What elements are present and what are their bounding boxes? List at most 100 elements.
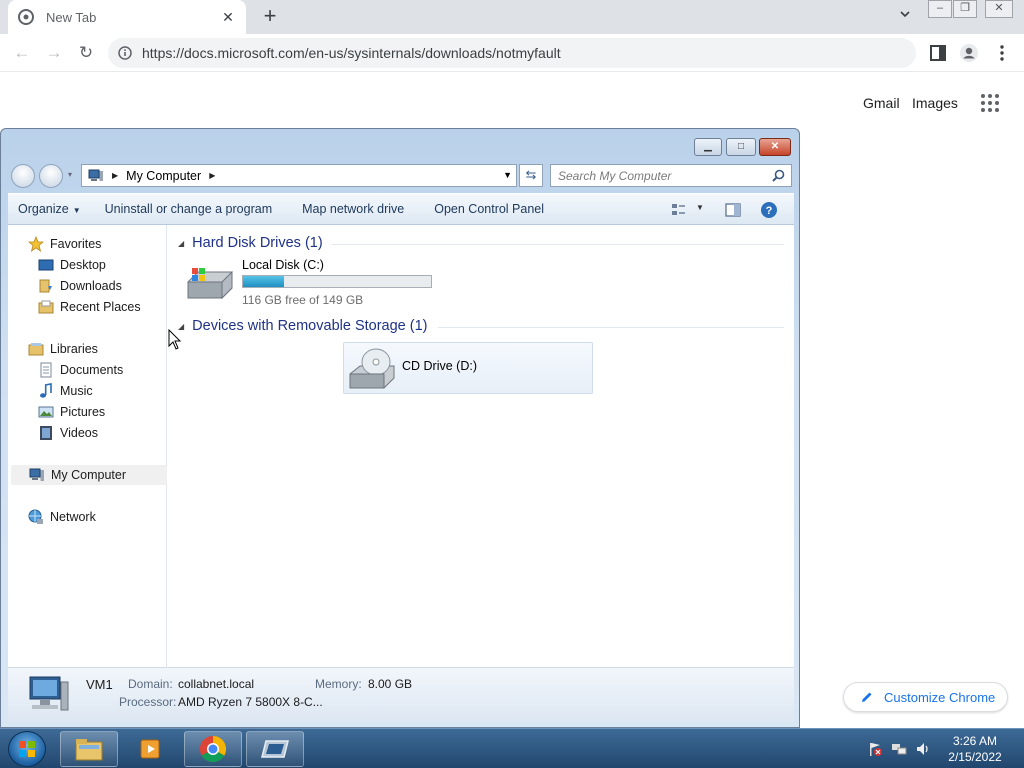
action-center-flag-icon[interactable] <box>867 741 883 757</box>
taskbar-app-button[interactable] <box>246 731 304 767</box>
computer-name: VM1 <box>86 677 113 692</box>
group-header-hard-disk-drives[interactable]: ◢ Hard Disk Drives (1) <box>178 235 784 251</box>
breadcrumb[interactable]: My Computer <box>126 169 201 183</box>
change-view-icon[interactable] <box>670 201 688 219</box>
tab-new-tab[interactable]: New Tab ✕ <box>8 0 246 34</box>
drive-c-space: 116 GB free of 149 GB <box>242 293 364 307</box>
search-icon[interactable] <box>772 169 785 182</box>
volume-icon[interactable] <box>915 741 931 757</box>
drive-c-name: Local Disk (C:) <box>242 258 324 272</box>
music-note-icon <box>40 383 52 398</box>
domain-value: collabnet.local <box>178 677 255 691</box>
new-tab-button[interactable]: + <box>258 5 282 29</box>
menu-kebab-icon[interactable] <box>992 43 1012 63</box>
nav-item-my-computer[interactable]: My Computer <box>11 465 167 485</box>
libraries-icon <box>28 343 44 356</box>
site-info-icon[interactable] <box>118 46 132 60</box>
cd-drive-icon <box>349 348 395 389</box>
svg-text:?: ? <box>766 205 773 217</box>
url-text: https://docs.microsoft.com/en-us/sysinte… <box>142 45 561 61</box>
drive-item-cd-drive-d[interactable]: CD Drive (D:) <box>343 342 593 394</box>
details-pane: VM1 Domain: collabnet.local Memory: 8.00… <box>8 668 794 722</box>
explorer-address-bar[interactable]: ▶ My Computer ▶ ▼ <box>81 164 517 187</box>
breadcrumb-chevron-icon[interactable]: ▶ <box>209 171 215 180</box>
explorer-close-button[interactable]: ✕ <box>759 138 791 156</box>
network-tray-icon[interactable] <box>891 741 907 757</box>
remote-desktop-icon <box>261 740 289 758</box>
tab-search-chevron-icon[interactable] <box>896 8 914 26</box>
downloads-folder-icon <box>39 279 52 293</box>
uninstall-program-button[interactable]: Uninstall or change a program <box>95 202 282 216</box>
nav-item-pictures[interactable]: Pictures <box>38 402 105 422</box>
forward-icon[interactable]: → <box>43 42 65 64</box>
gmail-link[interactable]: Gmail <box>863 95 900 111</box>
hard-disk-icon <box>187 268 233 300</box>
taskbar-media-player-button[interactable] <box>122 731 180 767</box>
search-placeholder: Search My Computer <box>558 168 672 183</box>
computer-icon <box>29 468 44 481</box>
clock-date: 2/15/2022 <box>948 750 1002 764</box>
nav-item-recent-places[interactable]: Recent Places <box>38 297 141 317</box>
network-globe-icon <box>28 509 43 524</box>
search-input[interactable]: Search My Computer <box>550 164 792 187</box>
refresh-icon[interactable]: ⇆ <box>519 164 543 187</box>
collapse-triangle-icon[interactable]: ◢ <box>178 239 184 248</box>
explorer-back-button[interactable] <box>11 164 35 188</box>
google-apps-icon[interactable] <box>980 93 1000 113</box>
group-header-removable-storage[interactable]: ◢ Devices with Removable Storage (1) <box>178 318 784 334</box>
memory-label: Memory: <box>315 677 362 691</box>
start-button[interactable] <box>8 731 46 767</box>
breadcrumb-separator-icon[interactable]: ▶ <box>112 171 118 180</box>
system-clock[interactable]: 3:26 AM 2/15/2022 <box>940 733 1010 765</box>
organize-button[interactable]: Organize ▼ <box>8 202 91 216</box>
folder-icon <box>75 739 103 761</box>
command-bar: Organize ▼ Uninstall or change a program … <box>8 193 794 225</box>
explorer-minimize-button[interactable]: ▁ <box>694 138 722 156</box>
videos-icon <box>40 426 52 440</box>
preview-pane-icon[interactable] <box>724 201 742 219</box>
nav-item-downloads[interactable]: Downloads <box>38 276 122 296</box>
nav-item-network[interactable]: Network <box>28 507 96 527</box>
open-control-panel-button[interactable]: Open Control Panel <box>424 202 554 216</box>
explorer-forward-button[interactable] <box>39 164 63 188</box>
nav-item-desktop[interactable]: Desktop <box>38 255 106 275</box>
close-tab-icon[interactable]: ✕ <box>220 9 236 26</box>
nav-item-videos[interactable]: Videos <box>38 423 98 443</box>
restore-button[interactable]: ❐ <box>953 0 977 18</box>
nav-item-documents[interactable]: Documents <box>38 360 123 380</box>
memory-value: 8.00 GB <box>368 677 413 691</box>
star-icon <box>28 236 44 252</box>
drive-item-local-disk-c[interactable]: Local Disk (C:) 116 GB free of 149 GB <box>184 258 432 307</box>
pictures-icon <box>38 406 54 418</box>
chrome-icon <box>199 735 227 763</box>
close-window-button[interactable]: ✕ <box>985 0 1013 18</box>
taskbar-explorer-button[interactable] <box>60 731 118 767</box>
computer-large-icon <box>29 676 69 711</box>
group-divider <box>332 244 784 245</box>
help-icon[interactable]: ? <box>760 201 778 219</box>
map-network-drive-button[interactable]: Map network drive <box>292 202 414 216</box>
minimize-button[interactable]: – <box>928 0 952 18</box>
drive-d-name: CD Drive (D:) <box>402 359 477 373</box>
profile-avatar-icon[interactable] <box>959 43 979 63</box>
explorer-body: Favorites Desktop Downloads Recent Place… <box>8 225 794 668</box>
customize-chrome-button[interactable]: Customize Chrome <box>843 682 1008 712</box>
taskbar-chrome-button[interactable] <box>184 731 242 767</box>
images-link[interactable]: Images <box>912 95 958 111</box>
nav-item-libraries[interactable]: Libraries <box>28 339 98 359</box>
taskbar: 3:26 AM 2/15/2022 <box>0 728 1024 768</box>
explorer-maximize-button[interactable]: □ <box>726 138 756 156</box>
side-panel-icon[interactable] <box>928 43 948 63</box>
view-options-chevron-icon[interactable]: ▼ <box>696 203 704 212</box>
address-dropdown-icon[interactable]: ▼ <box>503 170 512 180</box>
clock-time: 3:26 AM <box>952 734 998 748</box>
back-icon[interactable]: ← <box>11 42 33 64</box>
tab-title: New Tab <box>46 9 97 25</box>
chrome-icon <box>18 9 34 25</box>
nav-item-music[interactable]: Music <box>38 381 93 401</box>
reload-icon[interactable]: ↻ <box>75 42 97 64</box>
nav-item-favorites[interactable]: Favorites <box>28 234 101 254</box>
content-pane: ◢ Hard Disk Drives (1) Local Disk (C:) 1… <box>168 225 794 668</box>
address-bar[interactable]: https://docs.microsoft.com/en-us/sysinte… <box>108 38 916 68</box>
recent-pages-chevron-icon[interactable]: ▾ <box>68 170 72 179</box>
